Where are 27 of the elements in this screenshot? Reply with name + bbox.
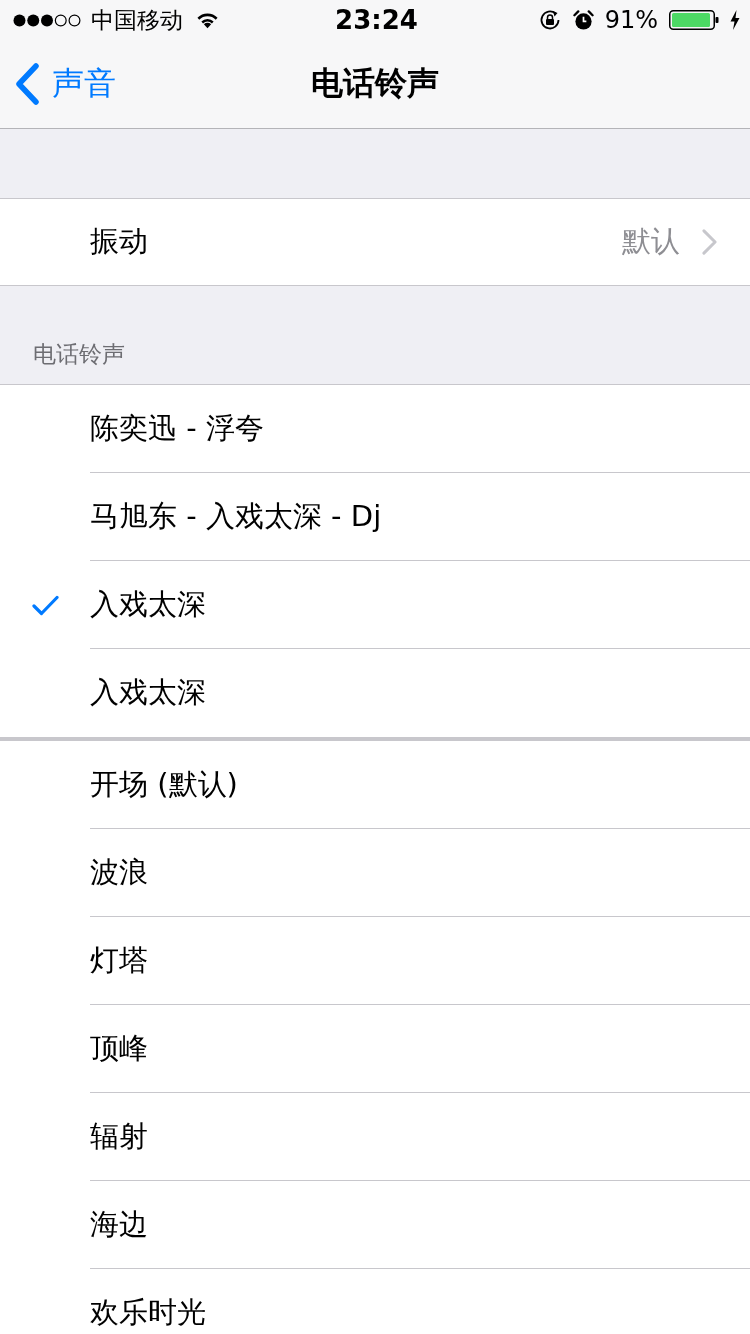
ringtone-item[interactable]: 海边: [0, 1181, 750, 1269]
ringtone-item[interactable]: 开场 (默认): [0, 741, 750, 829]
signal-strength-icon: [13, 13, 81, 27]
battery-percent: 91%: [604, 6, 658, 34]
battery-icon: [669, 10, 719, 30]
status-time: 23:24: [335, 5, 418, 35]
ringtone-item[interactable]: 入戏太深: [0, 561, 750, 649]
row-label: 振动: [90, 223, 149, 260]
section-header: 电话铃声: [33, 340, 125, 369]
wifi-icon: [196, 11, 219, 29]
chevron-left-icon: [14, 63, 40, 105]
ringtone-item[interactable]: 灯塔: [0, 917, 750, 1005]
ringtone-item[interactable]: 陈奕迅 - 浮夸: [0, 385, 750, 473]
ringtone-item[interactable]: 顶峰: [0, 1005, 750, 1093]
nav-title: 电话铃声: [311, 63, 439, 104]
ringtone-item[interactable]: 欢乐时光: [0, 1269, 750, 1334]
chevron-right-icon: [702, 229, 717, 255]
carrier-name: 中国移动: [91, 5, 183, 35]
alarm-clock-icon: [572, 9, 594, 31]
ringtone-item[interactable]: 波浪: [0, 829, 750, 917]
ringtone-item[interactable]: 入戏太深: [0, 649, 750, 737]
ringtone-item[interactable]: 马旭东 - 入戏太深 - Dj: [0, 473, 750, 561]
row-value: 默认: [622, 223, 680, 260]
settings-row[interactable]: 振动 默认: [0, 199, 750, 285]
charging-bolt-icon: [730, 10, 740, 30]
back-button[interactable]: 声音: [0, 62, 116, 106]
ringtone-item[interactable]: 辐射: [0, 1093, 750, 1181]
